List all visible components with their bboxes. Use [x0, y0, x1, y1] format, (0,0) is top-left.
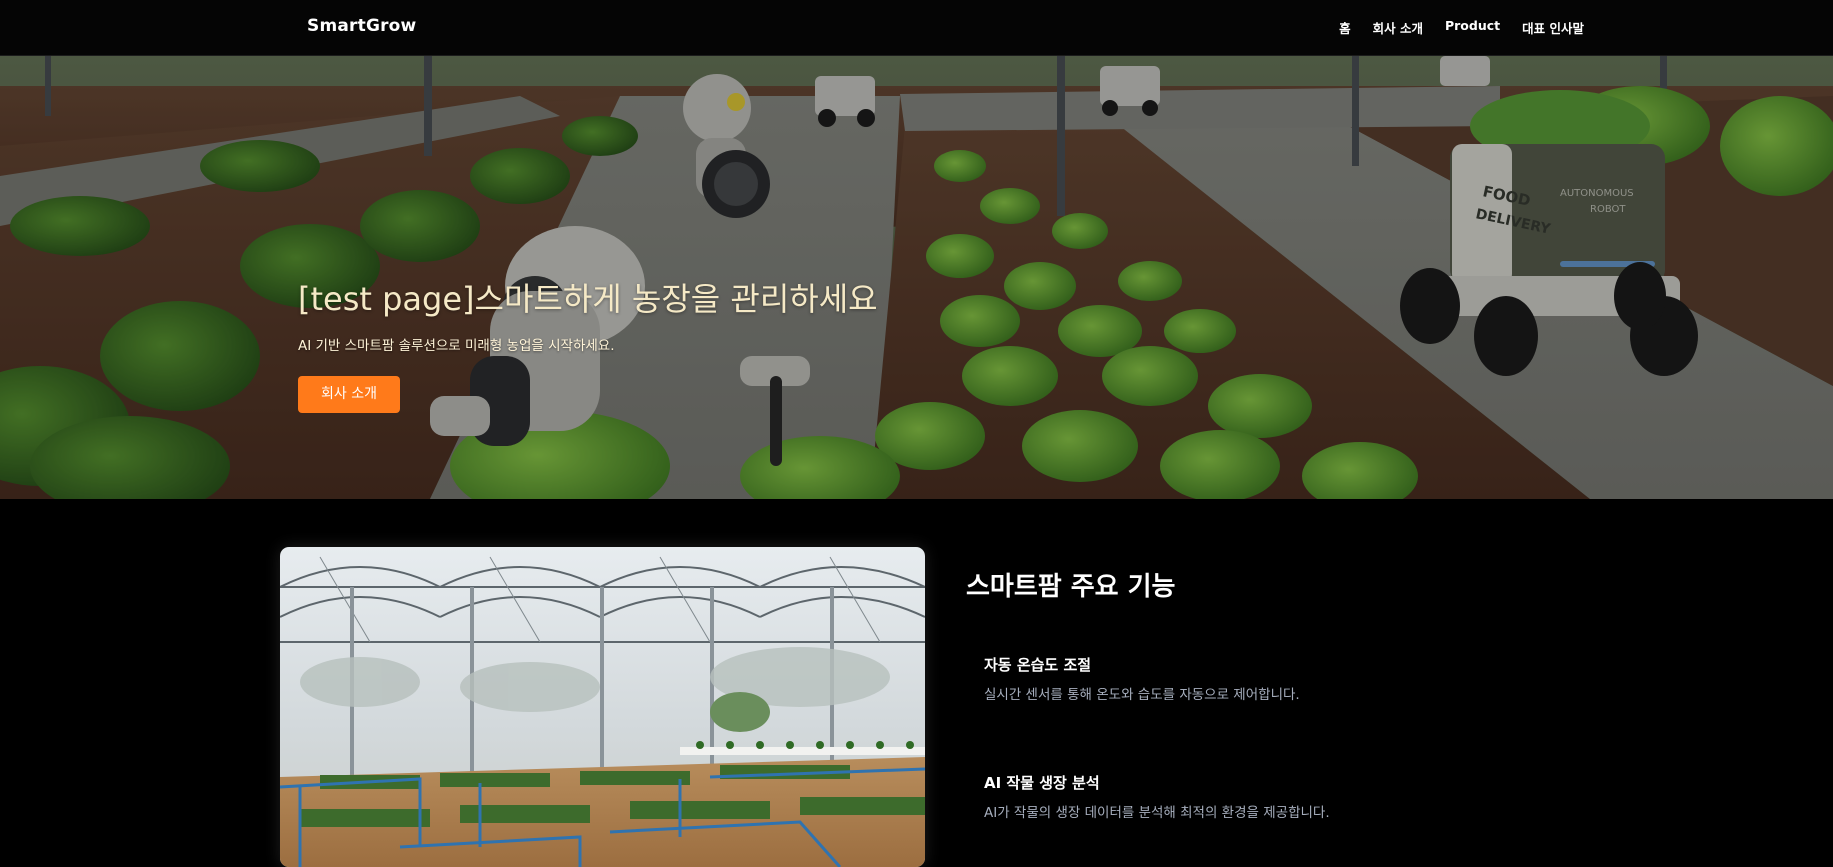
nav-links: 홈 회사 소개 Product 대표 인사말 [1339, 18, 1584, 37]
greenhouse-image [280, 547, 925, 867]
nav-link-product[interactable]: Product [1445, 18, 1500, 37]
brand-logo[interactable]: SmartGrow [307, 16, 416, 36]
top-navbar: SmartGrow 홈 회사 소개 Product 대표 인사말 [0, 0, 1833, 56]
feature-description: AI가 작물의 생장 데이터를 분석해 최적의 환경을 제공합니다. [984, 805, 1330, 821]
features-heading: 스마트팜 주요 기능 [966, 572, 1176, 602]
nav-link-home[interactable]: 홈 [1339, 18, 1351, 37]
feature-item-ai-analysis: AI 작물 생장 분석 AI가 작물의 생장 데이터를 분석해 최적의 환경을 … [984, 772, 1584, 821]
feature-description: 실시간 센서를 통해 온도와 습도를 자동으로 제어합니다. [984, 687, 1300, 703]
nav-link-ceo-message[interactable]: 대표 인사말 [1522, 18, 1584, 37]
about-company-button[interactable]: 회사 소개 [298, 376, 400, 413]
feature-item-climate: 자동 온습도 조절 실시간 센서를 통해 온도와 습도를 자동으로 제어합니다. [984, 654, 1584, 703]
nav-link-about[interactable]: 회사 소개 [1373, 18, 1423, 37]
hero-content: [test page]스마트하게 농장을 관리하세요 AI 기반 스마트팜 솔루… [298, 274, 1098, 413]
feature-title: 자동 온습도 조절 [984, 656, 1092, 674]
hero-title: [test page]스마트하게 농장을 관리하세요 [298, 280, 878, 318]
feature-title: AI 작물 생장 분석 [984, 774, 1100, 792]
hero-subtitle: AI 기반 스마트팜 솔루션으로 미래형 농업을 시작하세요. [298, 338, 615, 354]
hero-section: FOOD DELIVERY AUTONOMOUS ROBOT [test pag… [0, 56, 1833, 499]
